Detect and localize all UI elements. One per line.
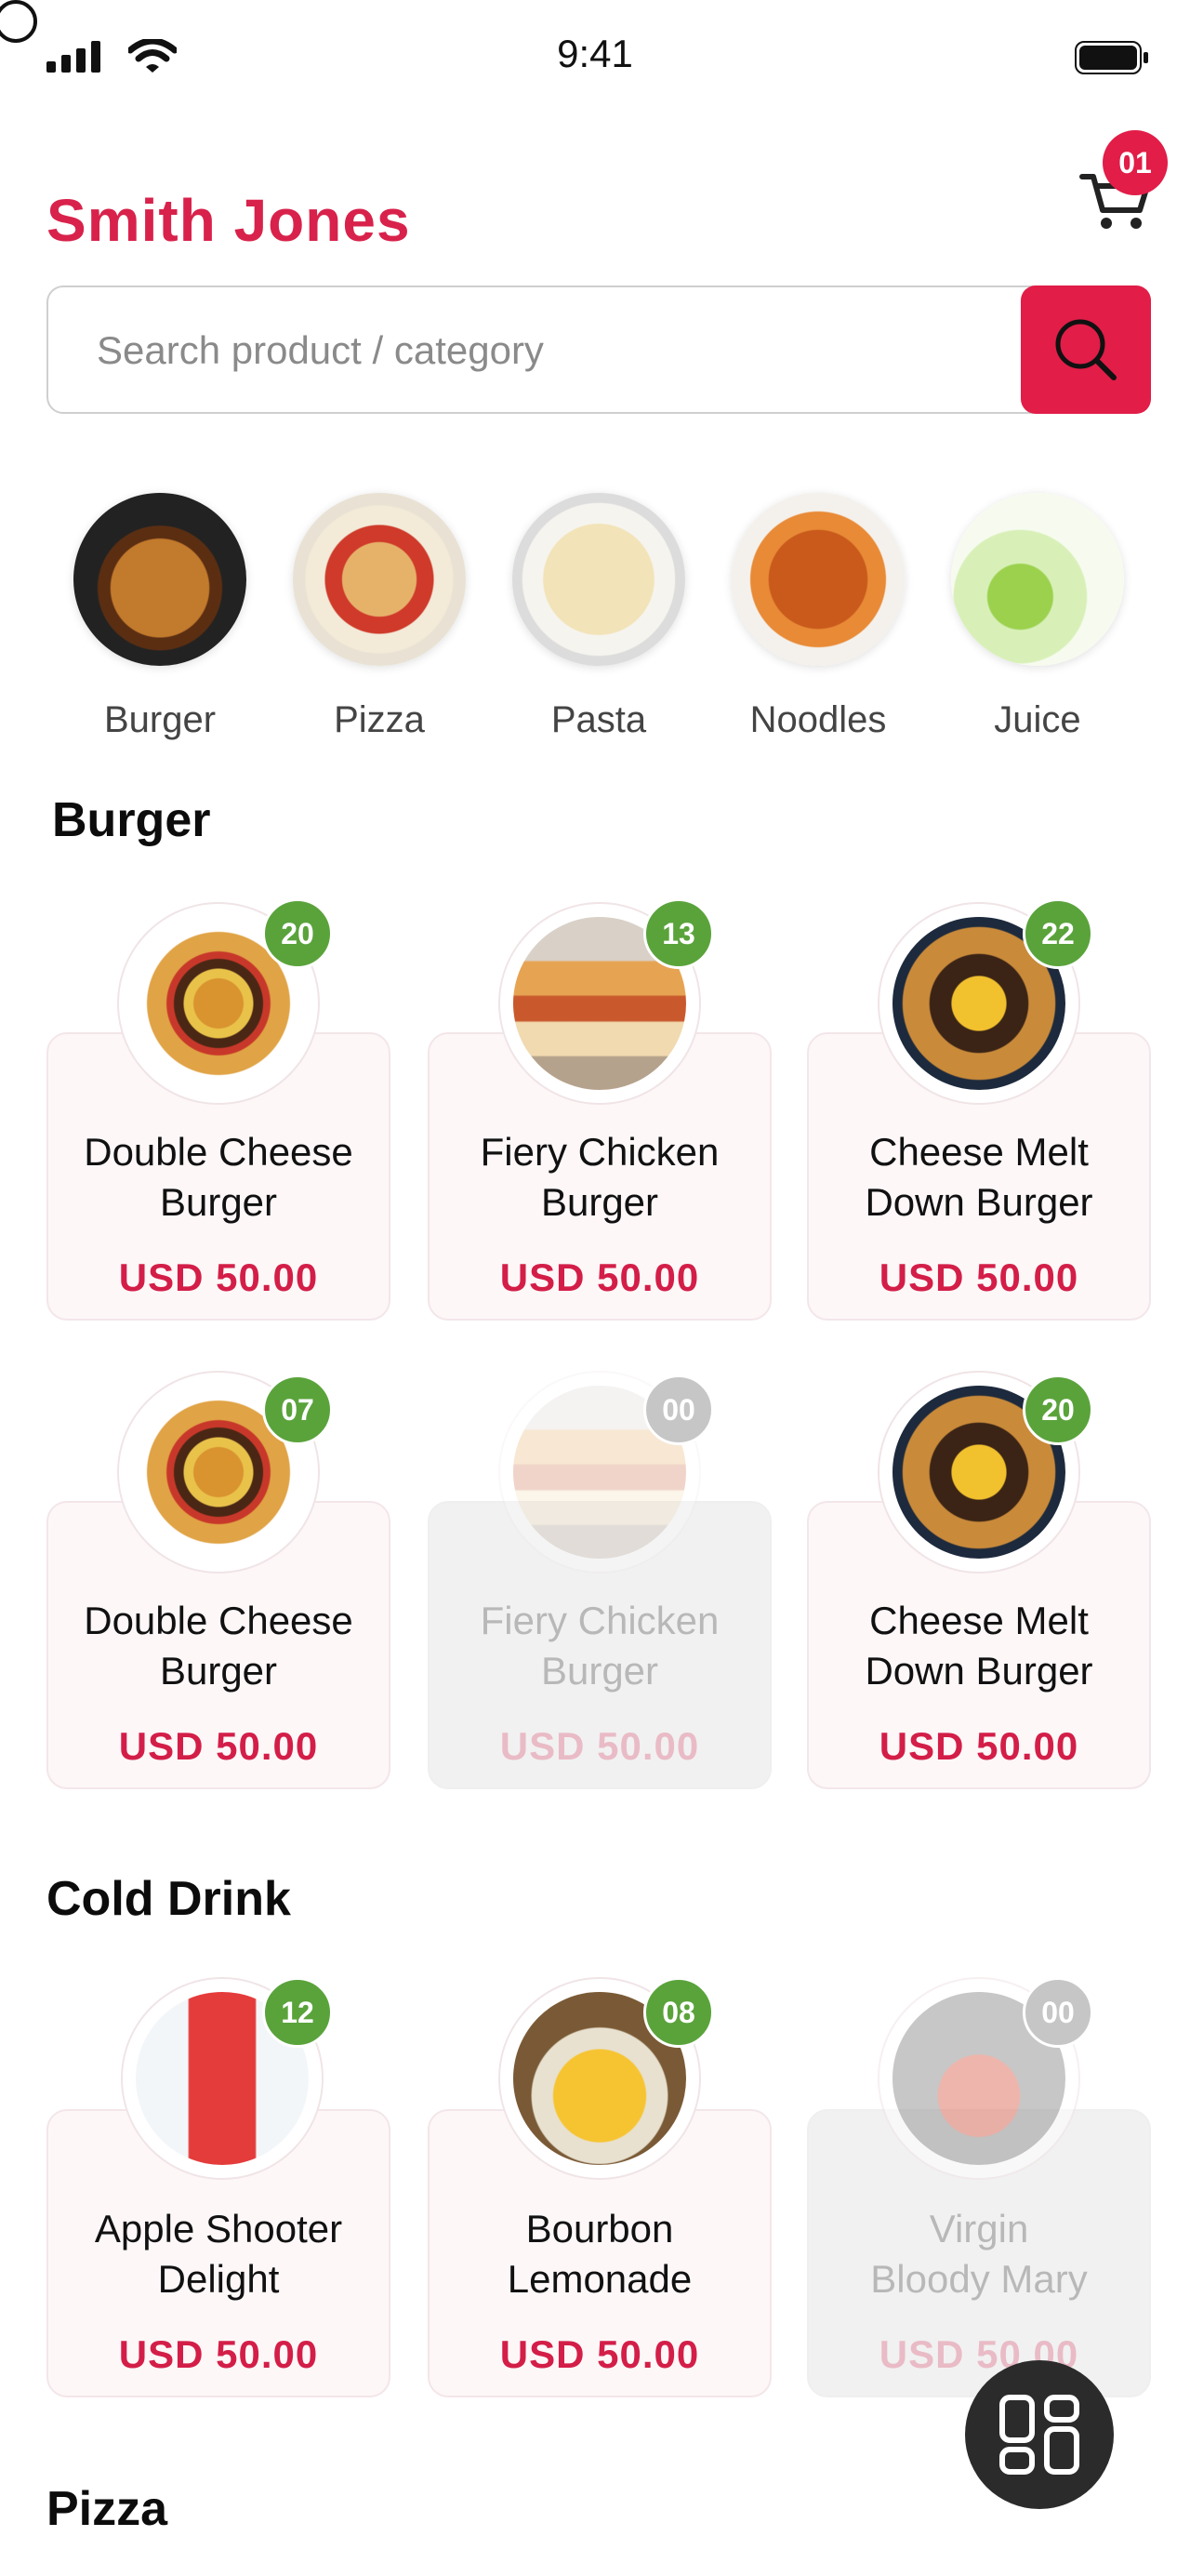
product-name: Cheese Melt [869,1599,1089,1642]
section-title-pizza: Pizza [46,2482,168,2536]
category-pasta[interactable]: Pasta [489,493,708,741]
product-name: Virgin [929,2207,1029,2251]
section-title-burger: Burger [52,793,211,847]
product-name: Burger [540,1649,659,1693]
category-label: Pizza [334,699,425,740]
stock-badge: 00 [1023,1977,1093,2048]
noodles-image [732,493,905,666]
search-bar [46,285,1151,414]
burger-image [73,493,246,666]
menu-fab-button[interactable] [965,2360,1114,2509]
product-name: Cheese Melt [869,1130,1089,1174]
category-noodles[interactable]: Noodles [708,493,928,741]
section-title-cold-drink: Cold Drink [46,1872,291,1926]
stock-badge: 13 [643,898,714,969]
product-name: Bourbon [525,2207,674,2251]
stock-badge: 00 [643,1374,714,1445]
category-juice[interactable]: Juice [928,493,1147,741]
product-price: USD 50.00 [499,2332,700,2376]
pasta-image [512,493,685,666]
search-button[interactable] [1021,285,1151,414]
pizza-image [293,493,466,666]
wifi-icon [128,39,177,73]
battery-icon [1075,41,1148,74]
stock-badge: 12 [262,1977,333,2048]
product-price: USD 50.00 [879,1724,1079,1768]
stock-badge: 20 [262,898,333,969]
category-label: Juice [994,699,1081,740]
grid-menu-icon [999,2395,1079,2475]
category-burger[interactable]: Burger [50,493,270,741]
stock-badge: 22 [1023,898,1093,969]
product-price: USD 50.00 [499,1724,700,1768]
cart-count-badge: 01 [1103,130,1168,195]
product-price: USD 50.00 [879,2332,1079,2376]
signal-icon [46,41,100,73]
category-label: Burger [103,699,217,740]
product-name: Burger [159,1649,278,1693]
product-name: Burger [159,1180,278,1224]
product-price: USD 50.00 [118,2332,319,2376]
camera-ring-icon [0,0,37,43]
product-name: Burger [540,1180,659,1224]
product-name: Down Burger [865,1649,1093,1693]
category-label: Noodles [749,699,887,740]
product-name: Double Cheese [84,1130,353,1174]
product-price: USD 50.00 [499,1255,700,1299]
stock-badge: 07 [262,1374,333,1445]
search-icon [1055,319,1117,380]
product-name: Bloody Mary [870,2257,1088,2301]
status-time: 9:41 [557,32,633,75]
product-name: Delight [157,2257,280,2301]
category-label: Pasta [550,699,647,740]
product-price: USD 50.00 [118,1255,319,1299]
search-input[interactable] [95,287,1056,414]
product-name: Apple Shooter [94,2207,343,2251]
product-name: Down Burger [865,1180,1093,1224]
user-name: Smith Jones [46,187,411,254]
product-name: Lemonade [507,2257,693,2301]
category-pizza[interactable]: Pizza [270,493,489,741]
product-name: Double Cheese [84,1599,353,1642]
product-name: Fiery Chicken [480,1599,720,1642]
stock-badge: 08 [643,1977,714,2048]
juice-image [951,493,1124,666]
product-price: USD 50.00 [879,1255,1079,1299]
product-price: USD 50.00 [118,1724,319,1768]
stock-badge: 20 [1023,1374,1093,1445]
product-name: Fiery Chicken [480,1130,720,1174]
